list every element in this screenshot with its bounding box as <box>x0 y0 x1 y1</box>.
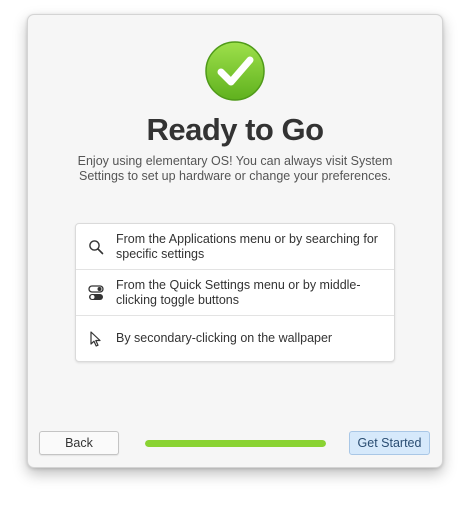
list-item-text: From the Applications menu or by searchi… <box>116 231 378 261</box>
onboarding-window: Ready to Go Enjoy using elementary OS! Y… <box>27 14 443 468</box>
progress-fill <box>145 440 326 447</box>
page-title: Ready to Go <box>146 112 324 147</box>
back-button[interactable]: Back <box>39 431 119 455</box>
list-item: By secondary-clicking on the wallpaper <box>76 316 394 361</box>
search-icon <box>89 239 104 254</box>
progress-bar <box>145 440 326 447</box>
list-item-text: From the Quick Settings menu or by middl… <box>116 277 361 307</box>
toggle-icon <box>88 284 104 300</box>
list-item: From the Quick Settings menu or by middl… <box>76 270 394 316</box>
list-item: From the Applications menu or by searchi… <box>76 224 394 270</box>
checkmark-badge-icon <box>205 41 265 101</box>
tips-list: From the Applications menu or by searchi… <box>75 223 395 362</box>
page-description: Enjoy using elementary OS! You can alway… <box>77 154 393 183</box>
get-started-button[interactable]: Get Started <box>349 431 430 455</box>
pointer-icon <box>90 330 101 347</box>
list-item-text: By secondary-clicking on the wallpaper <box>116 331 333 345</box>
